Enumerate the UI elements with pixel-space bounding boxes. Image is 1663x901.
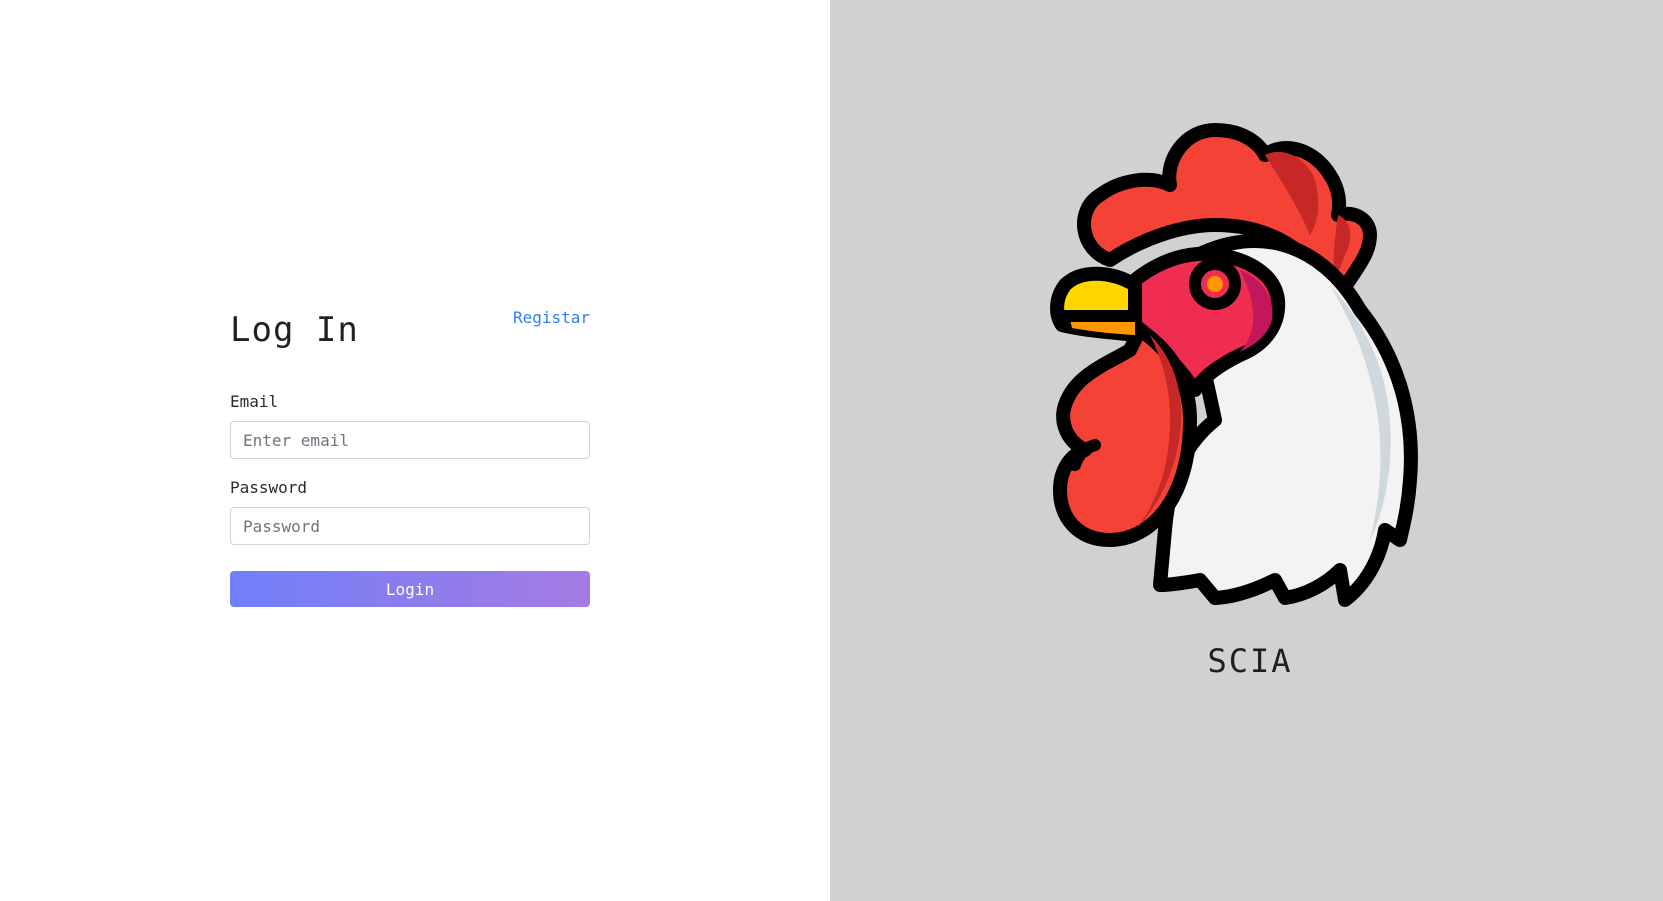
password-label: Password [230, 478, 308, 497]
rooster-head-icon [1040, 120, 1460, 640]
login-button[interactable]: Login [230, 571, 590, 607]
email-group: Email [230, 392, 590, 459]
brand-name: SCIA [1207, 642, 1293, 680]
password-group: Password [230, 478, 590, 545]
password-field[interactable] [230, 507, 590, 545]
email-label: Email [230, 392, 279, 411]
page-title: Log In [230, 310, 359, 350]
login-form: Log In Registar Email Password Login [230, 306, 590, 607]
rooster-logo-svg [1050, 123, 1418, 607]
login-panel: Log In Registar Email Password Login [0, 0, 830, 901]
form-header: Log In Registar [230, 306, 590, 366]
email-field[interactable] [230, 421, 590, 459]
register-link[interactable]: Registar [513, 308, 590, 327]
